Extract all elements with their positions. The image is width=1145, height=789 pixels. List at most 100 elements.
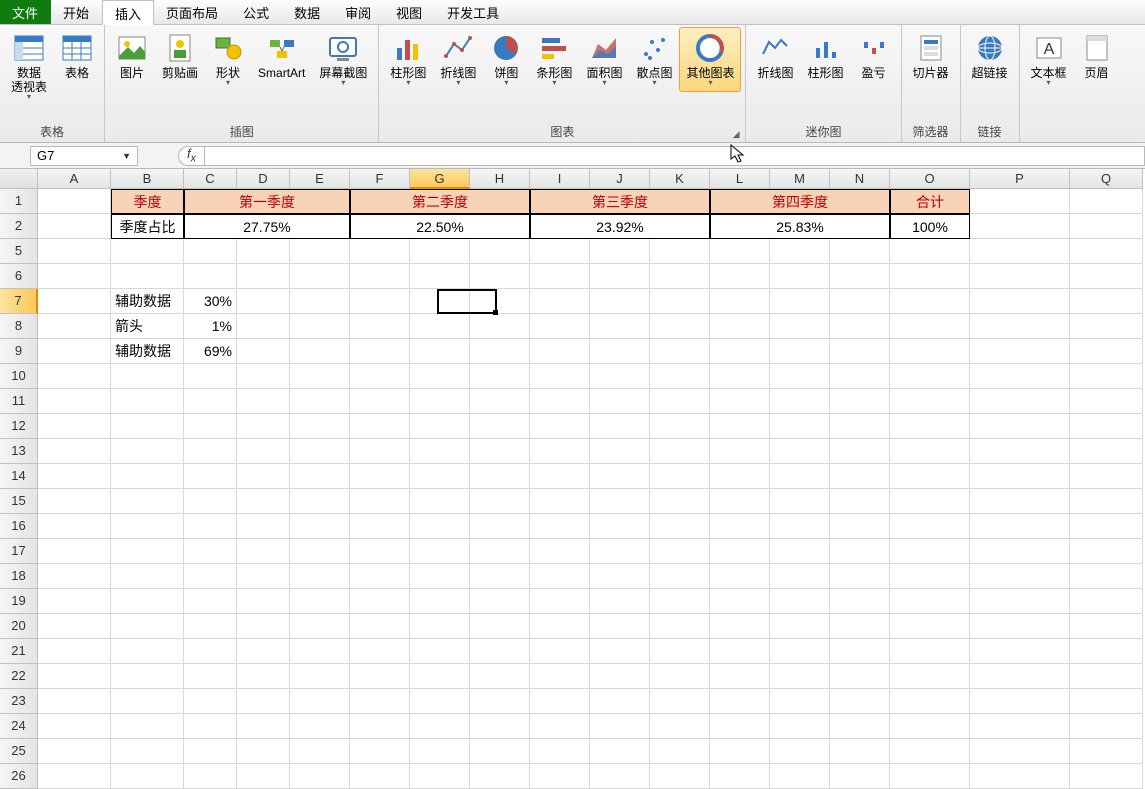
cell-A21[interactable] [38,639,111,664]
cell-Q16[interactable] [1070,514,1143,539]
cell-K19[interactable] [650,589,710,614]
cell-J13[interactable] [590,439,650,464]
cell-B11[interactable] [111,389,184,414]
cell-Q19[interactable] [1070,589,1143,614]
cell-L13[interactable] [710,439,770,464]
cell-H5[interactable] [470,239,530,264]
cell-C9[interactable]: 69% [184,339,237,364]
cell-G5[interactable] [410,239,470,264]
cell-A23[interactable] [38,689,111,714]
cell-CDE1[interactable]: 第一季度 [184,189,350,214]
cell-A26[interactable] [38,764,111,789]
cell-C24[interactable] [184,714,237,739]
cell-B25[interactable] [111,739,184,764]
cell-H20[interactable] [470,614,530,639]
row-header-24[interactable]: 24 [0,714,38,739]
cell-Q24[interactable] [1070,714,1143,739]
cell-B1[interactable]: 季度 [111,189,184,214]
row-header-11[interactable]: 11 [0,389,38,414]
cell-O23[interactable] [890,689,970,714]
cell-A8[interactable] [38,314,111,339]
cell-C6[interactable] [184,264,237,289]
cell-F12[interactable] [350,414,410,439]
cell-M19[interactable] [770,589,830,614]
col-header-F[interactable]: F [350,169,410,189]
cell-I6[interactable] [530,264,590,289]
cell-I20[interactable] [530,614,590,639]
cell-I10[interactable] [530,364,590,389]
cell-B7[interactable]: 辅助数据 [111,289,184,314]
cell-D20[interactable] [237,614,290,639]
fx-button[interactable]: fx [178,146,205,166]
row-header-15[interactable]: 15 [0,489,38,514]
cell-Q2[interactable] [1070,214,1143,239]
cell-N22[interactable] [830,664,890,689]
cell-H22[interactable] [470,664,530,689]
cell-G15[interactable] [410,489,470,514]
cell-D6[interactable] [237,264,290,289]
cell-G24[interactable] [410,714,470,739]
cell-P14[interactable] [970,464,1070,489]
cell-O6[interactable] [890,264,970,289]
area-chart-button[interactable]: 面积图▾ [579,27,629,92]
cell-B23[interactable] [111,689,184,714]
cell-E12[interactable] [290,414,350,439]
cell-B16[interactable] [111,514,184,539]
cell-N16[interactable] [830,514,890,539]
cell-K21[interactable] [650,639,710,664]
row-header-2[interactable]: 2 [0,214,38,239]
cell-O21[interactable] [890,639,970,664]
cell-A17[interactable] [38,539,111,564]
cell-M22[interactable] [770,664,830,689]
cell-E25[interactable] [290,739,350,764]
cell-J19[interactable] [590,589,650,614]
cell-Q15[interactable] [1070,489,1143,514]
cell-C14[interactable] [184,464,237,489]
cell-F13[interactable] [350,439,410,464]
cell-L12[interactable] [710,414,770,439]
cell-B5[interactable] [111,239,184,264]
cell-IJK2[interactable]: 23.92% [530,214,710,239]
cell-Q14[interactable] [1070,464,1143,489]
cell-C19[interactable] [184,589,237,614]
dropdown-icon[interactable]: ▼ [122,151,131,161]
cell-I14[interactable] [530,464,590,489]
cell-E10[interactable] [290,364,350,389]
tab-view[interactable]: 视图 [384,0,435,24]
cell-K18[interactable] [650,564,710,589]
cell-P5[interactable] [970,239,1070,264]
cell-E23[interactable] [290,689,350,714]
cell-G9[interactable] [410,339,470,364]
cell-N12[interactable] [830,414,890,439]
cell-F17[interactable] [350,539,410,564]
cell-D25[interactable] [237,739,290,764]
cell-M14[interactable] [770,464,830,489]
cell-J14[interactable] [590,464,650,489]
cell-P8[interactable] [970,314,1070,339]
cell-A19[interactable] [38,589,111,614]
cell-E13[interactable] [290,439,350,464]
col-header-I[interactable]: I [530,169,590,189]
cell-B9[interactable]: 辅助数据 [111,339,184,364]
cell-K22[interactable] [650,664,710,689]
cell-I11[interactable] [530,389,590,414]
cell-N15[interactable] [830,489,890,514]
cell-N5[interactable] [830,239,890,264]
cell-L22[interactable] [710,664,770,689]
cell-E26[interactable] [290,764,350,789]
cell-L19[interactable] [710,589,770,614]
cell-E18[interactable] [290,564,350,589]
cell-P9[interactable] [970,339,1070,364]
cell-L18[interactable] [710,564,770,589]
cell-F25[interactable] [350,739,410,764]
col-header-L[interactable]: L [710,169,770,189]
cell-O15[interactable] [890,489,970,514]
col-header-J[interactable]: J [590,169,650,189]
cell-O13[interactable] [890,439,970,464]
cell-N6[interactable] [830,264,890,289]
cell-Q25[interactable] [1070,739,1143,764]
cell-O7[interactable] [890,289,970,314]
cell-K10[interactable] [650,364,710,389]
col-header-N[interactable]: N [830,169,890,189]
screenshot-button[interactable]: 屏幕截图▾ [312,27,374,92]
